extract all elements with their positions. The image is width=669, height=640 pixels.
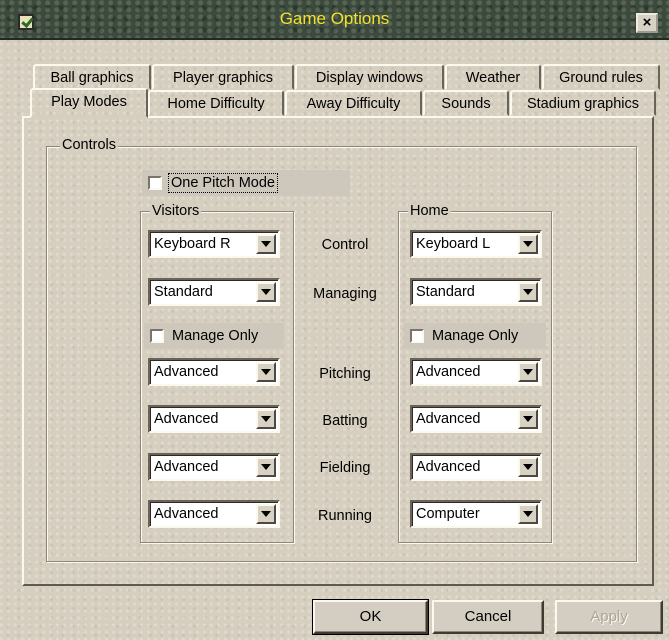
apply-button-label: Apply (590, 608, 628, 625)
tab-away-difficulty[interactable]: Away Difficulty (285, 90, 422, 116)
dropdown-arrow-icon[interactable] (518, 457, 538, 477)
visitors-manage-only-checkbox[interactable]: Manage Only (144, 323, 284, 349)
home-batting-value: Advanced (416, 411, 481, 427)
visitors-control-select[interactable]: Keyboard R (148, 230, 280, 258)
visitors-control-value: Keyboard R (154, 236, 231, 252)
home-managing-value: Standard (416, 284, 475, 300)
home-pitching-select[interactable]: Advanced (410, 358, 542, 386)
tab-ball-graphics[interactable]: Ball graphics (33, 64, 151, 90)
visitors-pitching-select[interactable]: Advanced (148, 358, 280, 386)
visitors-manage-only-box[interactable] (150, 329, 164, 343)
tab-sounds[interactable]: Sounds (423, 90, 509, 116)
home-control-select[interactable]: Keyboard L (410, 230, 542, 258)
home-fielding-value: Advanced (416, 459, 481, 475)
tab-stadium-graphics[interactable]: Stadium graphics (510, 90, 656, 116)
row-label-pitching: Pitching (319, 366, 371, 382)
visitors-pitching-value: Advanced (154, 364, 219, 380)
dropdown-arrow-icon[interactable] (256, 409, 276, 429)
dropdown-arrow-icon[interactable] (256, 234, 276, 254)
dropdown-arrow-icon[interactable] (256, 457, 276, 477)
visitors-manage-only-label: Manage Only (172, 328, 259, 344)
ok-button-label: OK (359, 608, 382, 625)
dropdown-arrow-icon[interactable] (256, 504, 276, 524)
close-button[interactable]: × (636, 13, 658, 33)
tab-player-graphics[interactable]: Player graphics (152, 64, 294, 90)
row-label-batting: Batting (322, 413, 368, 429)
ok-button[interactable]: OK (312, 599, 429, 635)
row-label-running: Running (317, 508, 372, 524)
visitors-managing-value: Standard (154, 284, 213, 300)
home-pitching-value: Advanced (416, 364, 481, 380)
one-pitch-mode-label: One Pitch Mode (168, 173, 278, 193)
apply-button[interactable]: Apply (555, 600, 663, 634)
tab-display-windows[interactable]: Display windows (295, 64, 444, 90)
visitors-batting-select[interactable]: Advanced (148, 405, 280, 433)
visitors-batting-value: Advanced (154, 411, 219, 427)
row-label-control: Control (321, 237, 369, 253)
home-manage-only-checkbox[interactable]: Manage Only (404, 323, 546, 349)
visitors-fielding-value: Advanced (154, 459, 219, 475)
home-running-value: Computer (416, 506, 480, 522)
home-fielding-select[interactable]: Advanced (410, 453, 542, 481)
visitors-managing-select[interactable]: Standard (148, 278, 280, 306)
cancel-button[interactable]: Cancel (432, 600, 544, 634)
tab-play-modes[interactable]: Play Modes (30, 88, 148, 118)
row-label-managing: Managing (313, 286, 377, 302)
one-pitch-mode-checkbox[interactable]: One Pitch Mode (142, 170, 350, 196)
row-label-fielding: Fielding (319, 460, 371, 476)
home-manage-only-label: Manage Only (432, 328, 519, 344)
dropdown-arrow-icon[interactable] (256, 282, 276, 302)
home-group-label: Home (408, 203, 451, 219)
visitors-running-select[interactable]: Advanced (148, 500, 280, 528)
tab-weather[interactable]: Weather (445, 64, 541, 90)
home-running-select[interactable]: Computer (410, 500, 542, 528)
home-manage-only-box[interactable] (410, 329, 424, 343)
home-managing-select[interactable]: Standard (410, 278, 542, 306)
cancel-button-label: Cancel (464, 608, 512, 625)
controls-group-label: Controls (60, 137, 118, 153)
visitors-running-value: Advanced (154, 506, 219, 522)
tab-home-difficulty[interactable]: Home Difficulty (148, 90, 284, 116)
tab-ground-rules[interactable]: Ground rules (542, 64, 660, 90)
visitors-group-label: Visitors (150, 203, 202, 219)
dropdown-arrow-icon[interactable] (518, 504, 538, 524)
dropdown-arrow-icon[interactable] (518, 409, 538, 429)
dropdown-arrow-icon[interactable] (256, 362, 276, 382)
one-pitch-mode-box[interactable] (148, 176, 162, 190)
dropdown-arrow-icon[interactable] (518, 362, 538, 382)
dropdown-arrow-icon[interactable] (518, 234, 538, 254)
home-control-value: Keyboard L (416, 236, 491, 252)
visitors-fielding-select[interactable]: Advanced (148, 453, 280, 481)
home-batting-select[interactable]: Advanced (410, 405, 542, 433)
window-title: Game Options (279, 9, 390, 28)
dropdown-arrow-icon[interactable] (518, 282, 538, 302)
